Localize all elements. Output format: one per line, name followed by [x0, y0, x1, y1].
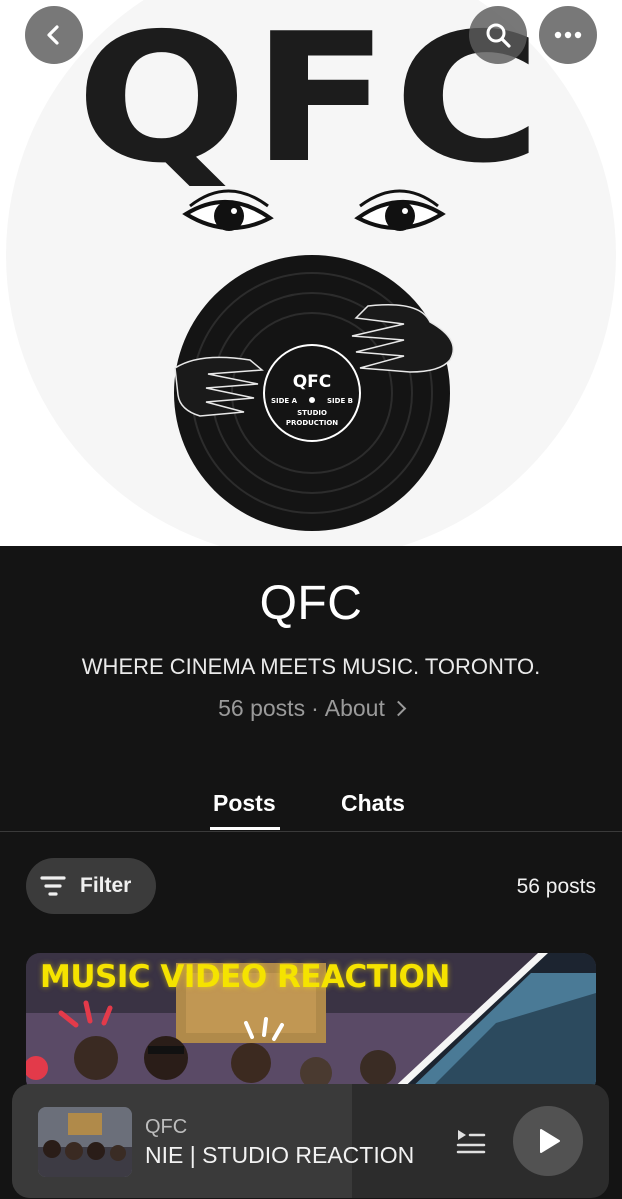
active-tab-indicator	[210, 827, 280, 830]
channel-tagline: WHERE CINEMA MEETS MUSIC. TORONTO.	[81, 654, 541, 679]
record-label-line1: STUDIO	[297, 409, 327, 417]
back-button[interactable]	[25, 6, 83, 64]
meta-separator: ·	[311, 695, 319, 721]
player-thumbnail	[38, 1107, 132, 1177]
thumbnail-title: MUSIC VIDEO REACTION	[40, 959, 450, 995]
record-label-side-a: SIDE A	[271, 397, 298, 405]
record-label-brand: QFC	[293, 372, 332, 392]
player-track-title: NIE | STUDIO REACTION	[145, 1142, 415, 1168]
tab-posts[interactable]: Posts	[213, 790, 276, 817]
about-link[interactable]: About	[325, 695, 385, 722]
tab-chats[interactable]: Chats	[341, 790, 405, 817]
record-label-side-b: SIDE B	[327, 397, 353, 405]
play-button[interactable]	[513, 1106, 583, 1176]
banner-artwork: QFC QFC SIDE A SIDE B STUDIO PRODUCTION	[6, 0, 616, 546]
queue-icon	[456, 1130, 486, 1154]
filter-icon	[40, 876, 66, 896]
post-thumbnail[interactable]: MUSIC VIDEO REACTION	[26, 953, 596, 1093]
chevron-left-icon	[47, 25, 59, 45]
channel-name: QFC	[259, 577, 363, 630]
chevron-right-icon	[390, 700, 407, 717]
filter-button[interactable]: Filter	[26, 858, 156, 914]
player-channel-name: QFC	[145, 1116, 188, 1138]
search-button[interactable]	[469, 6, 527, 64]
more-options-button[interactable]	[539, 6, 597, 64]
player-thumbnail-image	[38, 1107, 132, 1177]
posts-count: 56 posts	[516, 875, 596, 898]
channel-banner: QFC QFC SIDE A SIDE B STUDIO PRODUCTION	[0, 0, 622, 546]
channel-tabs: Posts Chats	[0, 782, 622, 832]
more-horizontal-icon	[554, 31, 582, 39]
posts-count-meta: 56 posts	[218, 695, 306, 721]
channel-meta[interactable]: 56 posts · About	[0, 695, 622, 722]
filter-label: Filter	[80, 874, 132, 897]
queue-button[interactable]	[455, 1127, 487, 1155]
mini-player[interactable]: QFC NIE | STUDIO REACTION	[12, 1084, 609, 1198]
search-icon	[486, 23, 511, 48]
record-label-line2: PRODUCTION	[286, 419, 338, 427]
play-icon	[540, 1129, 560, 1153]
